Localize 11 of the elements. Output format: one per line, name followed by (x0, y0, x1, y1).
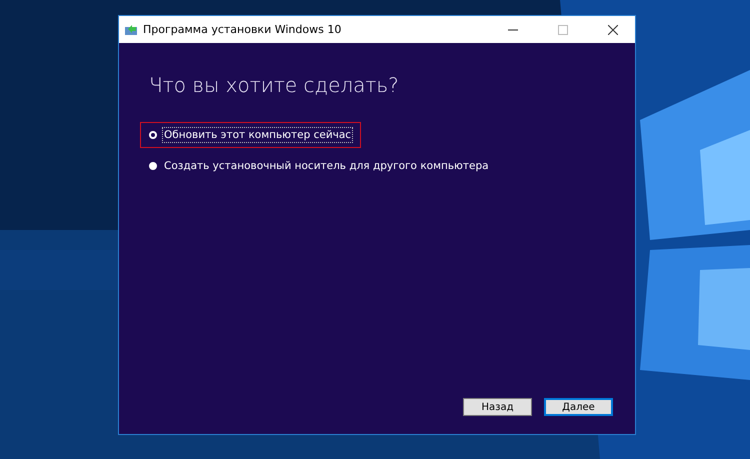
maximize-icon (558, 24, 568, 34)
radio-button[interactable] (149, 131, 157, 139)
next-button[interactable]: Далее (544, 398, 613, 416)
close-icon (608, 24, 618, 34)
window-title: Программа установки Windows 10 (143, 23, 342, 36)
page-heading: Что вы хотите сделать? (149, 73, 400, 97)
option-label[interactable]: Создать установочный носитель для другого компьютера (163, 159, 490, 173)
radio-button[interactable] (149, 162, 157, 170)
setup-icon (125, 24, 137, 35)
option-label[interactable]: Обновить этот компьютер сейчас (163, 128, 352, 142)
back-button[interactable]: Назад (463, 398, 532, 416)
